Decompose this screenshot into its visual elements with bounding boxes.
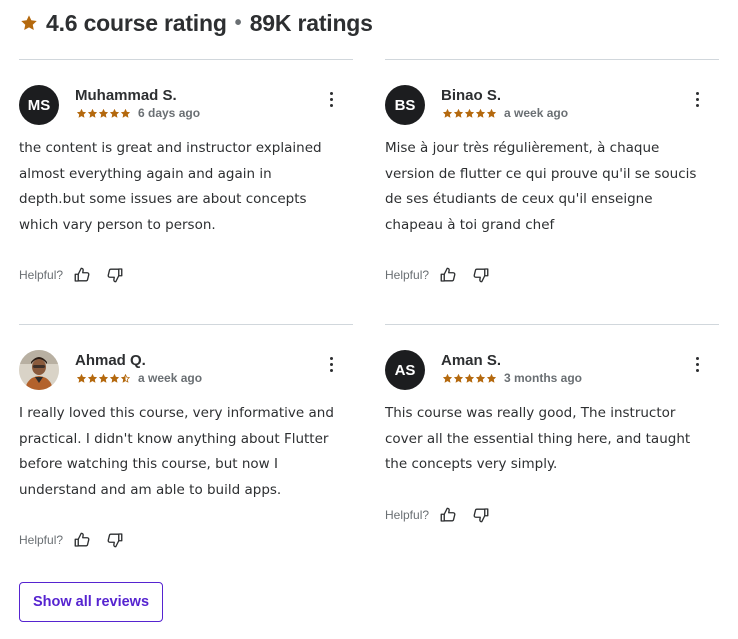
star-icon <box>77 108 86 118</box>
review-meta: a week ago <box>443 106 568 120</box>
helpful-row: Helpful? <box>385 265 492 285</box>
star-icon <box>77 373 86 383</box>
reviewer-name: Ahmad Q. <box>75 352 146 369</box>
star-icon <box>487 373 496 383</box>
divider <box>385 59 719 60</box>
star-icon <box>454 108 463 118</box>
star-icon <box>443 373 452 383</box>
review-time: 3 months ago <box>504 371 583 385</box>
reviewer-name: Aman S. <box>441 352 502 369</box>
star-icon <box>20 14 38 32</box>
more-options-icon[interactable] <box>689 354 705 374</box>
star-rating <box>443 373 496 383</box>
star-icon <box>443 108 452 118</box>
star-icon <box>487 108 496 118</box>
avatar: AS <box>385 350 425 390</box>
helpful-label: Helpful? <box>385 508 430 522</box>
reviewer-name: Muhammad S. <box>75 87 177 104</box>
ratings-count-text: 89K ratings <box>249 9 373 36</box>
star-rating <box>77 108 130 118</box>
helpful-label: Helpful? <box>19 533 64 547</box>
helpful-label: Helpful? <box>385 268 430 282</box>
star-icon <box>88 108 97 118</box>
divider <box>385 324 719 325</box>
review-meta: a week ago <box>77 371 202 385</box>
course-rating-header: 4.6 course rating • 89K ratings <box>20 8 373 38</box>
helpful-row: Helpful? <box>19 265 126 285</box>
thumbs-down-icon[interactable] <box>470 505 492 525</box>
review-text: Mise à jour très régulièrement, à chaque… <box>385 140 697 234</box>
thumbs-up-icon[interactable] <box>437 505 459 525</box>
star-icon <box>476 373 485 383</box>
more-options-icon[interactable] <box>689 89 705 109</box>
star-rating <box>443 108 496 118</box>
avatar-photo-icon <box>19 350 59 390</box>
reviewer-name: Binao S. <box>441 87 502 104</box>
star-icon <box>465 373 474 383</box>
review-time: a week ago <box>138 371 203 385</box>
star-icon <box>110 373 119 383</box>
show-all-reviews-button[interactable]: Show all reviews <box>19 582 163 622</box>
thumbs-up-icon[interactable] <box>71 265 93 285</box>
thumbs-down-icon[interactable] <box>470 265 492 285</box>
review-meta: 6 days ago <box>77 106 200 120</box>
course-rating-text: 4.6 course rating <box>46 9 227 36</box>
star-icon <box>110 108 119 118</box>
avatar: MS <box>19 85 59 125</box>
star-icon <box>99 108 108 118</box>
thumbs-up-icon[interactable] <box>437 265 459 285</box>
divider <box>19 59 353 60</box>
star-icon <box>465 108 474 118</box>
header-separator: • <box>234 11 242 34</box>
helpful-label: Helpful? <box>19 268 64 282</box>
star-icon <box>121 373 130 383</box>
more-options-icon[interactable] <box>323 354 339 374</box>
more-options-icon[interactable] <box>323 89 339 109</box>
star-rating <box>77 373 130 383</box>
review-time: a week ago <box>504 106 569 120</box>
star-icon <box>121 108 130 118</box>
helpful-row: Helpful? <box>19 530 126 550</box>
divider <box>19 324 353 325</box>
star-icon <box>88 373 97 383</box>
star-icon <box>99 373 108 383</box>
thumbs-up-icon[interactable] <box>71 530 93 550</box>
review-text: the content is great and instructor expl… <box>19 140 322 234</box>
thumbs-down-icon[interactable] <box>104 530 126 550</box>
review-time: 6 days ago <box>138 106 201 120</box>
avatar: BS <box>385 85 425 125</box>
thumbs-down-icon[interactable] <box>104 265 126 285</box>
review-text: I really loved this course, very informa… <box>19 405 334 499</box>
star-icon <box>454 373 463 383</box>
helpful-row: Helpful? <box>385 505 492 525</box>
star-icon <box>476 108 485 118</box>
avatar <box>19 350 59 390</box>
review-meta: 3 months ago <box>443 371 582 385</box>
review-text: This course was really good, The instruc… <box>385 405 691 473</box>
